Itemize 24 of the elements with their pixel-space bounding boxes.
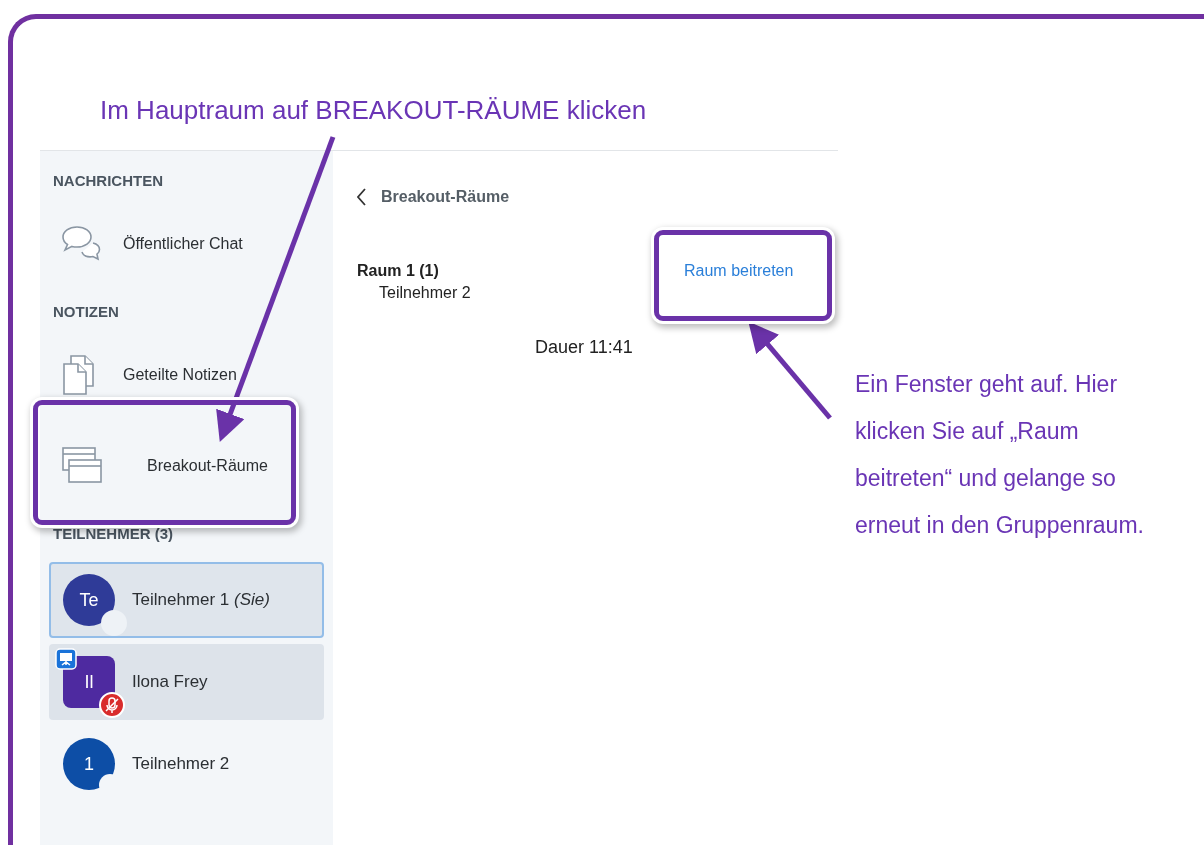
panel-title: Breakout-Räume — [381, 188, 510, 206]
section-heading: TEILNEHMER (3) — [52, 524, 174, 544]
windows-icon — [61, 446, 103, 486]
participant-name: Teilnehmer 2 — [132, 754, 230, 774]
section-heading: NACHRICHTEN — [52, 171, 164, 191]
section-heading: NOTIZEN — [52, 302, 120, 322]
participant-name: Teilnehmer 1 (Sie) — [132, 590, 270, 610]
documents-icon — [61, 354, 97, 396]
participant-row[interactable]: 1 Teilnehmer 2 — [49, 726, 324, 802]
sidebar-item[interactable]: Breakout-Räume — [49, 433, 324, 499]
join-room-link[interactable]: Raum beitreten — [684, 261, 794, 281]
room-member: Teilnehmer 2 — [378, 283, 472, 303]
annotation-title: Im Hauptraum auf BREAKOUT-RÄUME klicken — [100, 95, 647, 125]
callout-text: Ein Fenster geht auf. Hier klicken Sie auf „Raum beitreten“ und gelange so erneut in den Gruppenraum. — [855, 370, 1145, 540]
back-chevron-icon[interactable] — [357, 188, 367, 206]
room-name: Raum 1 (1) — [357, 261, 440, 281]
duration-text: Dauer 11:41 — [535, 337, 633, 358]
participant-row[interactable]: Il Ilona Frey — [49, 644, 324, 720]
participant-name: Ilona Frey — [132, 672, 208, 692]
participant-row[interactable]: Te Teilnehmer 1 (Sie) — [49, 562, 324, 638]
sidebar-item[interactable]: Geteilte Notizen — [49, 342, 324, 408]
sidebar-item[interactable]: Öffentlicher Chat — [49, 211, 324, 277]
avatar: 1 — [63, 738, 115, 790]
avatar: Te — [63, 574, 115, 626]
